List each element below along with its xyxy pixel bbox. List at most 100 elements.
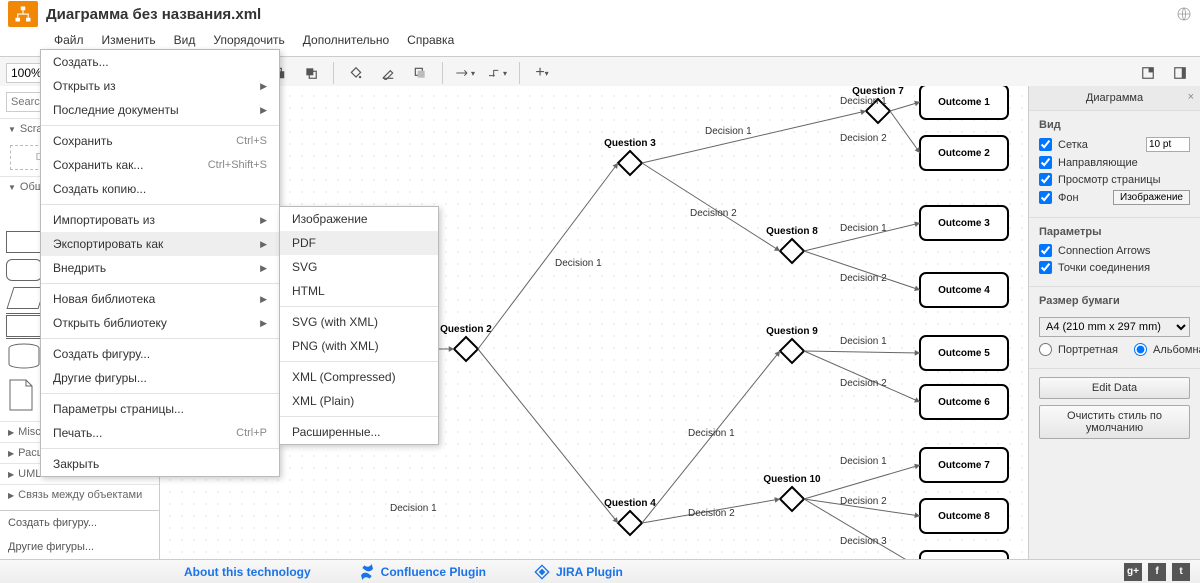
menu-view[interactable]: Вид [166,30,204,50]
toggle-format-button[interactable] [1166,60,1194,86]
file-menu-item[interactable]: Создать... [41,50,279,74]
line-color-button[interactable] [374,60,402,86]
shape-doublerect[interactable] [6,315,42,337]
svg-text:Outcome 5: Outcome 5 [938,348,990,359]
question-node[interactable] [780,339,804,363]
file-menu-item[interactable]: Новая библиотека▶ [41,287,279,311]
file-menu-item[interactable]: СохранитьCtrl+S [41,129,279,153]
question-node[interactable] [618,511,642,535]
paper-size-select[interactable]: A4 (210 mm x 297 mm) [1039,317,1190,337]
insert-button[interactable]: +▾ [528,60,556,86]
document-title[interactable]: Диаграмма без названия.xml [46,6,261,23]
svg-text:Decision 1: Decision 1 [840,456,887,467]
svg-text:Question 3: Question 3 [604,138,656,149]
bg-image-button[interactable]: Изображение [1113,190,1190,205]
app-logo [8,1,38,27]
export-menu-item[interactable]: Изображение [280,207,438,231]
export-menu-item[interactable]: SVG (with XML) [280,310,438,334]
svg-text:Decision 1: Decision 1 [840,96,887,107]
svg-text:Decision 1: Decision 1 [688,428,735,439]
export-menu-item[interactable]: XML (Plain) [280,389,438,413]
file-menu-item[interactable]: Импортировать из▶ [41,208,279,232]
format-panel: Диаграмма × Вид Сетка Направляющие Просм… [1028,86,1200,559]
googleplus-icon[interactable]: g+ [1124,563,1142,581]
svg-text:Decision 1: Decision 1 [840,223,887,234]
menu-edit[interactable]: Изменить [94,30,164,50]
shape-roundrect[interactable] [6,259,42,281]
create-shape-link[interactable]: Создать фигуру... [0,511,159,535]
about-link[interactable]: About this technology [160,565,335,579]
export-menu-item[interactable]: SVG [280,255,438,279]
globe-icon[interactable] [1176,6,1192,22]
menu-help[interactable]: Справка [399,30,462,50]
file-menu-item[interactable]: Создать фигуру... [41,342,279,366]
file-menu-item[interactable]: Сохранить как...Ctrl+Shift+S [41,153,279,177]
outcome-node[interactable] [920,551,1008,559]
more-shapes-link[interactable]: Другие фигуры... [0,535,159,559]
portrait-radio[interactable] [1039,343,1052,356]
clear-style-button[interactable]: Очистить стиль по умолчанию [1039,405,1190,439]
conn-points-checkbox[interactable] [1039,261,1052,274]
file-menu-item[interactable]: Последние документы▶ [41,98,279,122]
conn-arrows-checkbox[interactable] [1039,244,1052,257]
close-icon[interactable]: × [1188,91,1194,103]
export-submenu: ИзображениеPDFSVGHTML SVG (with XML)PNG (… [279,206,439,445]
er-section[interactable]: ▶Связь между объектами [0,484,159,505]
connection-button[interactable]: ▾ [451,60,479,86]
svg-text:Question 9: Question 9 [766,326,818,337]
question-node[interactable] [780,487,804,511]
file-menu-item[interactable]: Другие фигуры... [41,366,279,390]
svg-text:Decision 1: Decision 1 [555,258,602,269]
file-menu-item[interactable]: Создать копию... [41,177,279,201]
menu-arrange[interactable]: Упорядочить [205,30,292,50]
menu-extras[interactable]: Дополнительно [295,30,397,50]
svg-text:Decision 1: Decision 1 [705,126,752,137]
file-menu-item[interactable]: Печать...Ctrl+P [41,421,279,445]
question-node[interactable] [618,151,642,175]
to-back-button[interactable] [297,60,325,86]
file-menu-item[interactable]: Внедрить▶ [41,256,279,280]
pageview-checkbox[interactable] [1039,173,1052,186]
export-menu-item[interactable]: PNG (with XML) [280,334,438,358]
paper-heading: Размер бумаги [1039,295,1190,307]
export-menu-item[interactable]: XML (Compressed) [280,365,438,389]
shadow-button[interactable] [406,60,434,86]
sitemap-icon [14,5,32,23]
jira-icon [534,564,550,580]
question-node[interactable] [780,239,804,263]
facebook-icon[interactable]: f [1148,563,1166,581]
twitter-icon[interactable]: t [1172,563,1190,581]
export-menu-item[interactable]: Расширенные... [280,420,438,444]
export-menu-item[interactable]: HTML [280,279,438,303]
svg-text:Decision 1: Decision 1 [390,503,437,514]
header: Диаграмма без названия.xml [0,0,1200,28]
svg-text:Outcome 6: Outcome 6 [938,397,990,408]
svg-text:Outcome 2: Outcome 2 [938,148,990,159]
shape-rect[interactable] [6,231,42,253]
file-menu-item[interactable]: Экспортировать как▶ [41,232,279,256]
svg-text:Question 4: Question 4 [604,498,656,509]
svg-text:Question 2: Question 2 [440,324,492,335]
question-node[interactable] [454,337,478,361]
landscape-radio[interactable] [1134,343,1147,356]
svg-text:Decision 1: Decision 1 [840,336,887,347]
fill-button[interactable] [342,60,370,86]
export-menu-item[interactable]: PDF [280,231,438,255]
file-menu-item[interactable]: Открыть из▶ [41,74,279,98]
svg-text:Question 8: Question 8 [766,226,818,237]
edit-data-button[interactable]: Edit Data [1039,377,1190,399]
svg-text:Outcome 3: Outcome 3 [938,218,990,229]
jira-link[interactable]: JIRA Plugin [510,564,647,580]
waypoint-button[interactable]: ▾ [483,60,511,86]
grid-size-input[interactable] [1146,137,1190,152]
menu-file[interactable]: Файл [46,30,92,50]
toggle-outline-button[interactable] [1134,60,1162,86]
file-menu-item[interactable]: Открыть библиотеку▶ [41,311,279,335]
grid-checkbox[interactable] [1039,138,1052,151]
guides-checkbox[interactable] [1039,156,1052,169]
file-menu-item[interactable]: Закрыть [41,452,279,476]
file-menu-item[interactable]: Параметры страницы... [41,397,279,421]
bg-checkbox[interactable] [1039,191,1052,204]
shape-rect-empty[interactable] [6,203,42,225]
confluence-link[interactable]: Confluence Plugin [335,564,510,580]
